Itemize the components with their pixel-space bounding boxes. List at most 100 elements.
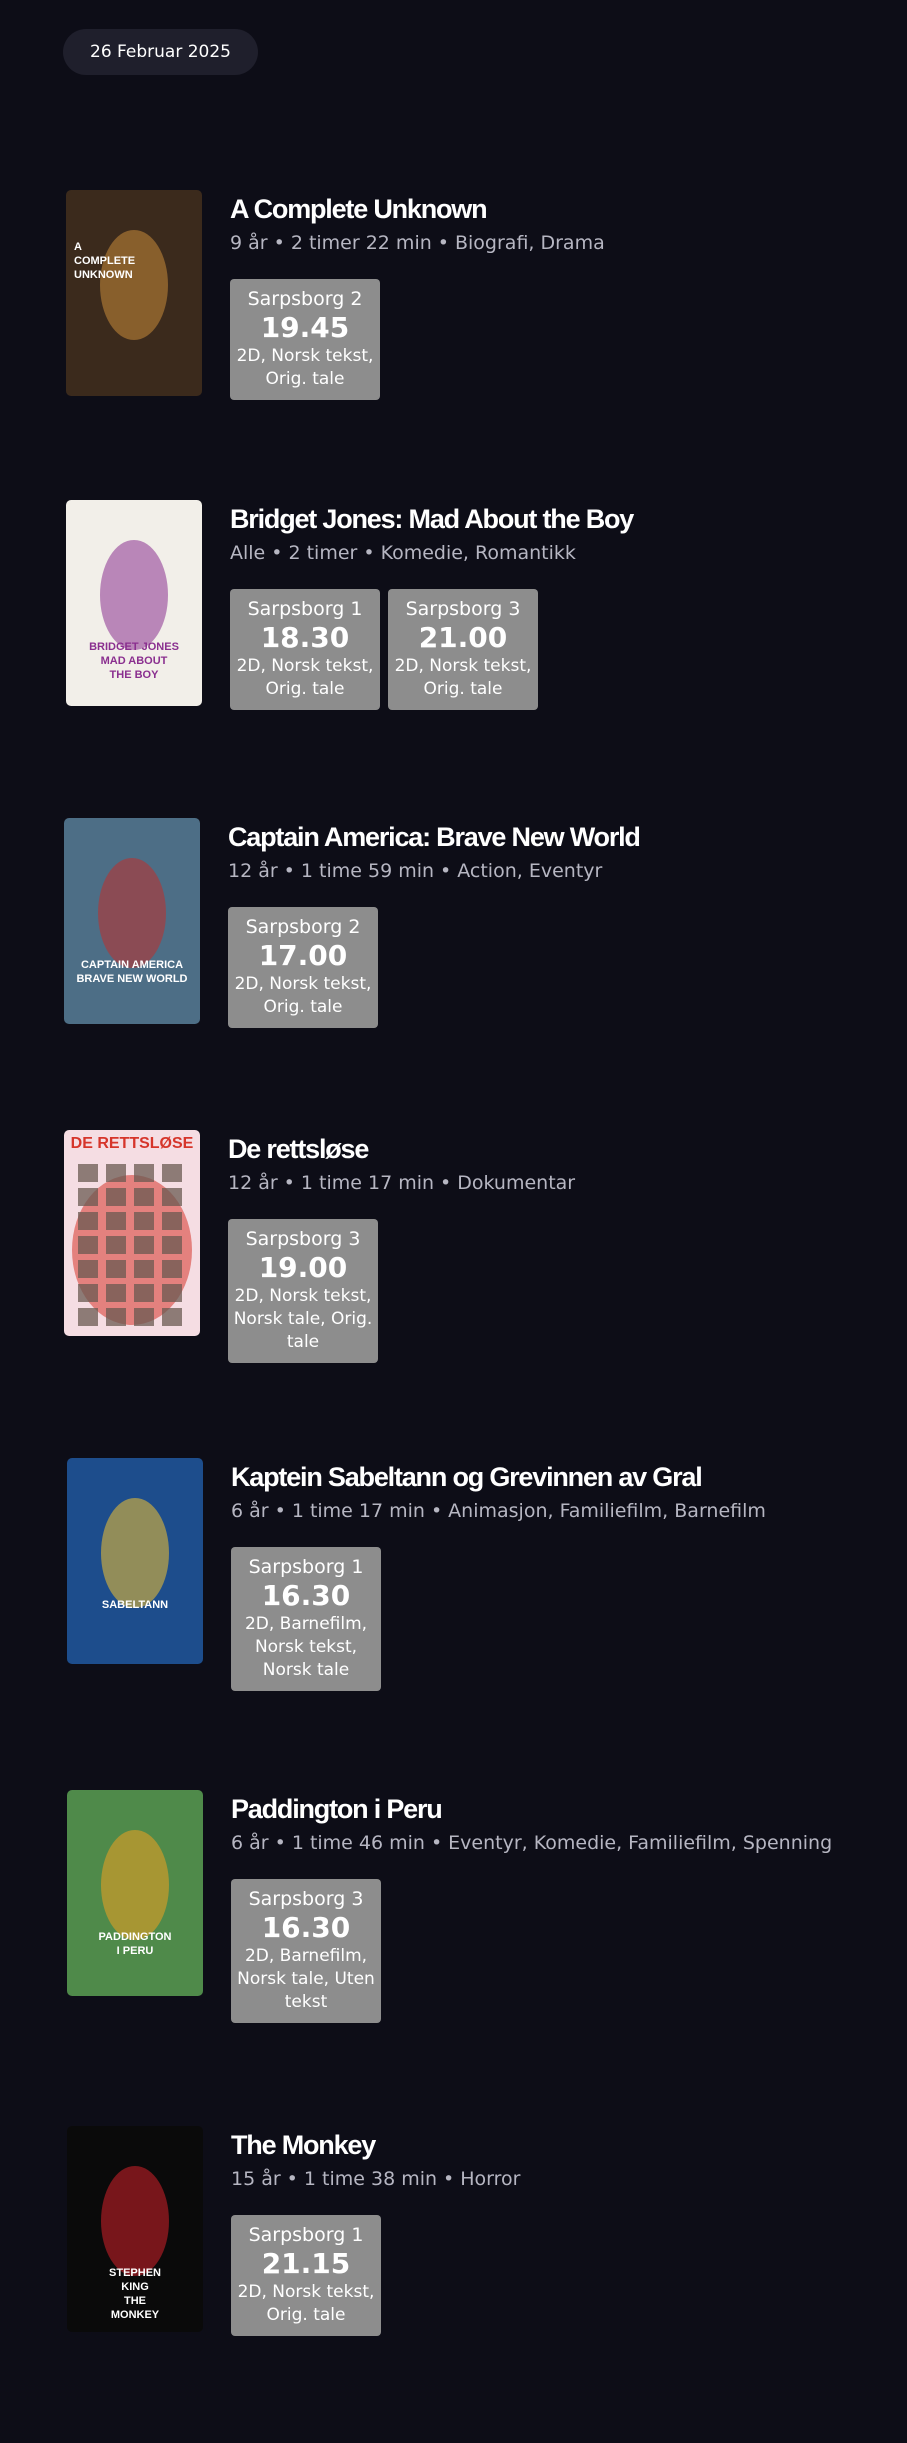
movie-genres: Eventyr, Komedie, Familiefilm, Spenning [448,1832,833,1854]
showtimes: Sarpsborg 3 16.30 2D, Barnefilm, Norsk tale… [231,1879,832,2023]
showtimes: Sarpsborg 1 18.30 2D, Norsk tekst, Orig. ta… [230,589,633,710]
separator-dot: • [274,1832,286,1854]
showtime-attr2: Orig. tale [265,369,345,389]
poster-a-complete-unknown[interactable]: A COMPLETE UNKNOWN [66,190,202,396]
showtime-time: 21.15 [261,2247,351,2280]
showtime-hall: Sarpsborg 3 [248,1888,364,1910]
showtime-hall: Sarpsborg 2 [245,916,361,938]
movie-title[interactable]: A Complete Unknown [230,192,605,226]
showtime-button[interactable]: Sarpsborg 3 19.00 2D, Norsk tekst, Norsk ta… [228,1219,378,1363]
poster-sabeltann[interactable]: SABELTANN [67,1458,203,1664]
movie-genres: Animasjon, Familiefilm, Barnefilm [448,1500,766,1522]
showtime-hall: Sarpsborg 3 [245,1228,361,1250]
showtime-button[interactable]: Sarpsborg 1 16.30 2D, Barnefilm, Norsk teks… [231,1547,381,1691]
separator-dot: • [283,860,295,882]
separator-dot: • [286,2168,298,2190]
separator-dot: • [283,1172,295,1194]
showtime-hall: Sarpsborg 1 [248,1556,364,1578]
movie-info: Paddington i Peru 6 år • 1 time 46 min • Even… [231,1792,832,2023]
showtime-attr2: Orig. tale [266,2305,346,2325]
movie-title[interactable]: De rettsløse [228,1132,575,1166]
separator-dot: • [271,542,283,564]
movie-meta: 12 år • 1 time 59 min • Action, Eventyr [228,858,640,884]
movie-title[interactable]: The Monkey [231,2128,520,2162]
showtime-button[interactable]: Sarpsborg 3 16.30 2D, Barnefilm, Norsk tale… [231,1879,381,2023]
showtime-button[interactable]: Sarpsborg 2 17.00 2D, Norsk tekst, Orig. ta… [228,907,378,1028]
showtimes: Sarpsborg 3 19.00 2D, Norsk tekst, Norsk ta… [228,1219,575,1363]
movie-title[interactable]: Paddington i Peru [231,1792,832,1826]
showtime-time: 17.00 [258,939,348,972]
showtime-attr3: tale [286,1332,320,1352]
svg-text:A: A [74,241,82,253]
showtimes: Sarpsborg 2 19.45 2D, Norsk tekst, Orig. ta… [230,279,605,400]
movie-duration: 2 timer [288,542,358,564]
showtimes: Sarpsborg 2 17.00 2D, Norsk tekst, Orig. ta… [228,907,640,1028]
poster-captain-america[interactable]: CAPTAIN AMERICA BRAVE NEW WORLD [64,818,200,1024]
showtime-attr1: 2D, Barnefilm, [244,1946,368,1966]
separator-dot: • [440,860,452,882]
svg-text:BRAVE NEW WORLD: BRAVE NEW WORLD [76,973,187,985]
separator-dot: • [440,1172,452,1194]
poster-de-rettslose[interactable]: DE RETTSLØSE [64,1130,200,1336]
showtime-hall: Sarpsborg 3 [405,598,521,620]
showtime-attr1: 2D, Norsk tekst, [236,656,374,676]
showtime-attr3: Norsk tale [262,1660,350,1680]
showtime-button[interactable]: Sarpsborg 2 19.45 2D, Norsk tekst, Orig. ta… [230,279,380,400]
date-selector[interactable]: 26 Februar 2025 [63,29,258,75]
svg-text:SABELTANN: SABELTANN [102,1599,168,1611]
date-label: 26 Februar 2025 [90,42,231,62]
showtime-attr1: 2D, Norsk tekst, [234,974,372,994]
showtime-hall: Sarpsborg 1 [247,598,363,620]
movie-genres: Action, Eventyr [457,860,603,882]
showtime-attr1: 2D, Norsk tekst, [237,2282,375,2302]
showtime-attr1: 2D, Norsk tekst, [234,1286,372,1306]
movie-title[interactable]: Captain America: Brave New World [228,820,641,854]
showtime-time: 16.30 [261,1579,351,1612]
movie-info: Bridget Jones: Mad About the Boy Alle • 2 t… [230,502,634,710]
showtime-button[interactable]: Sarpsborg 1 18.30 2D, Norsk tekst, Orig. ta… [230,589,380,710]
separator-dot: • [430,1500,443,1522]
movie-genres: Komedie, Romantikk [380,542,576,564]
showtime-attr1: 2D, Barnefilm, [244,1614,368,1634]
showtime-button[interactable]: Sarpsborg 1 21.15 2D, Norsk tekst, Orig. ta… [231,2215,381,2336]
showtime-time: 18.30 [260,621,350,654]
movie-info: The Monkey 15 år • 1 time 38 min • Horror Sarp… [231,2128,520,2336]
svg-text:DE RETTSLØSE: DE RETTSLØSE [71,1135,194,1152]
showtime-time: 21.00 [418,621,508,654]
showtime-time: 19.00 [258,1251,348,1284]
movie-genres: Dokumentar [457,1172,576,1194]
movie-duration: 2 timer 22 min [290,232,432,254]
movie-info: Kaptein Sabeltann og Grevinnen av Gral 6 … [231,1460,766,1691]
svg-text:KING: KING [121,2281,149,2293]
svg-text:THE: THE [124,2295,146,2307]
separator-dot: • [363,542,375,564]
showtime-hall: Sarpsborg 2 [247,288,363,310]
movie-age: 9 år [230,232,268,254]
svg-text:PADDINGTON: PADDINGTON [99,1931,172,1943]
movie-title[interactable]: Kaptein Sabeltann og Grevinnen av Gral [231,1460,766,1494]
separator-dot: • [443,2168,455,2190]
poster-paddington[interactable]: PADDINGTON I PERU [67,1790,203,1996]
movie-info: Captain America: Brave New World 12 år • 1 … [228,820,641,1028]
separator-dot: • [437,232,449,254]
showtime-hall: Sarpsborg 1 [248,2224,364,2246]
separator-dot: • [273,232,285,254]
movie-meta: Alle • 2 timer • Komedie, Romantikk [230,540,633,566]
showtime-attr2: Norsk tekst, [254,1637,358,1657]
svg-text:CAPTAIN AMERICA: CAPTAIN AMERICA [81,959,183,971]
movie-title[interactable]: Bridget Jones: Mad About the Boy [230,502,634,536]
movie-meta: 6 år • 1 time 46 min • Eventyr, Komedie, Fam… [231,1830,832,1856]
poster-bridget-jones[interactable]: BRIDGET JONES MAD ABOUT THE BOY [66,500,202,706]
separator-dot: • [274,1500,286,1522]
movie-age: 6 år [231,1500,269,1522]
showtime-button[interactable]: Sarpsborg 3 21.00 2D, Norsk tekst, Orig. ta… [388,589,538,710]
movie-duration: 1 time 38 min [303,2168,438,2190]
showtime-attr2: Orig. tale [423,679,503,699]
showtime-time: 19.45 [260,311,350,344]
poster-the-monkey[interactable]: STEPHEN KING THE MONKEY [67,2126,203,2332]
movie-duration: 1 time 17 min [291,1500,425,1522]
svg-text:COMPLETE: COMPLETE [74,255,135,267]
svg-text:BRIDGET JONES: BRIDGET JONES [89,641,179,653]
movie-age: 6 år [231,1832,269,1854]
svg-text:THE BOY: THE BOY [110,669,160,681]
